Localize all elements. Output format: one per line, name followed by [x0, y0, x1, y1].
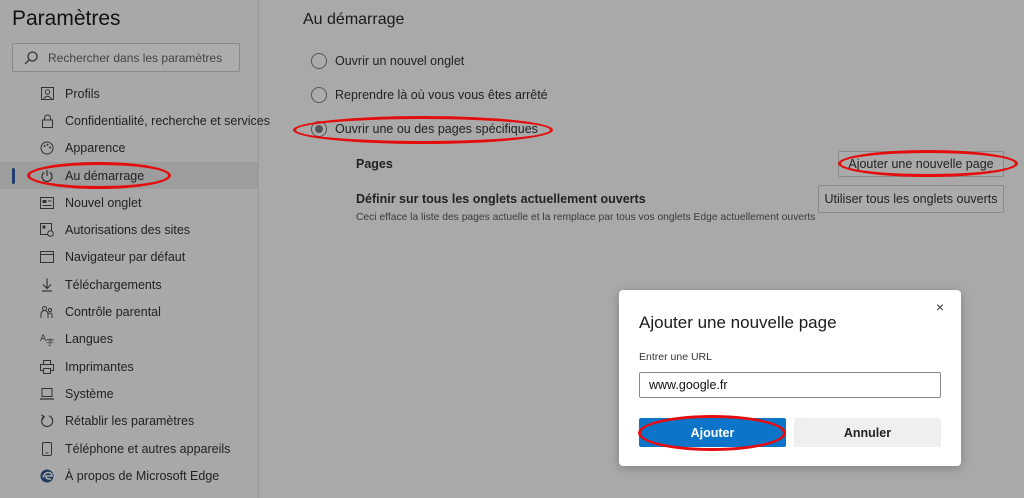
site-permissions-icon: [40, 223, 54, 237]
add-button[interactable]: Ajouter: [639, 418, 786, 447]
option-label: Ouvrir une ou des pages spécifiques: [335, 122, 538, 136]
new-tab-icon: [40, 196, 54, 210]
sidebar-item-systeme[interactable]: Système: [0, 380, 259, 407]
dialog-title: Ajouter une nouvelle page: [639, 313, 837, 332]
settings-sidebar: Paramètres Rechercher dans les paramètre…: [0, 0, 270, 498]
option-new-tab[interactable]: Ouvrir un nouvel onglet: [311, 53, 464, 69]
browser-icon: [40, 250, 54, 264]
download-icon: [40, 278, 54, 292]
search-icon: [24, 51, 38, 65]
option-label: Reprendre là où vous vous êtes arrêté: [335, 88, 548, 102]
sidebar-item-navigateur-defaut[interactable]: Navigateur par défaut: [0, 244, 259, 271]
sidebar-item-label: À propos de Microsoft Edge: [65, 468, 220, 483]
sidebar-item-label: Navigateur par défaut: [65, 250, 186, 265]
sidebar-item-telephone[interactable]: Téléphone et autres appareils: [0, 435, 259, 462]
sidebar-item-label: Contrôle parental: [65, 305, 161, 320]
url-label: Entrer une URL: [639, 351, 712, 363]
sidebar-item-label: Autorisations des sites: [65, 223, 191, 238]
add-page-button[interactable]: Ajouter une nouvelle page: [838, 151, 1004, 177]
define-open-tabs-label: Définir sur tous les onglets actuellemen…: [356, 192, 646, 206]
use-all-tabs-button[interactable]: Utiliser tous les onglets ouverts: [818, 185, 1004, 213]
sidebar-item-label: Téléchargements: [65, 277, 162, 292]
computer-icon: [40, 387, 54, 401]
svg-text:字: 字: [46, 337, 54, 346]
sidebar-item-label: Rétablir les paramètres: [65, 414, 195, 429]
search-placeholder: Rechercher dans les paramètres: [48, 51, 223, 65]
url-input[interactable]: [639, 372, 941, 398]
sidebar-item-a-propos[interactable]: À propos de Microsoft Edge: [0, 462, 259, 489]
sidebar-item-telechargements[interactable]: Téléchargements: [0, 271, 259, 298]
sidebar-item-autorisations[interactable]: Autorisations des sites: [0, 216, 259, 243]
search-box[interactable]: Rechercher dans les paramètres: [12, 43, 240, 72]
sidebar-item-label: Langues: [65, 332, 113, 347]
pages-label: Pages: [356, 157, 393, 171]
close-icon[interactable]: ×: [932, 299, 948, 315]
language-icon: A字: [40, 332, 54, 346]
edge-icon: [40, 469, 54, 483]
family-icon: [40, 305, 54, 319]
cancel-button[interactable]: Annuler: [794, 418, 941, 447]
option-resume[interactable]: Reprendre là où vous vous êtes arrêté: [311, 87, 548, 103]
radio-button-checked[interactable]: [311, 121, 327, 137]
profile-icon: [40, 87, 54, 101]
printer-icon: [40, 359, 54, 374]
sidebar-item-label: Nouvel onglet: [65, 195, 142, 210]
sidebar-item-apparence[interactable]: Apparence: [0, 135, 259, 162]
sidebar-item-label: Confidentialité, recherche et services: [65, 113, 270, 128]
add-page-dialog: Ajouter une nouvelle page × Entrer une U…: [619, 290, 961, 466]
sidebar-item-label: Téléphone et autres appareils: [65, 441, 231, 456]
palette-icon: [40, 141, 54, 155]
power-icon: [40, 169, 54, 183]
sidebar-item-confidentialite[interactable]: Confidentialité, recherche et services: [0, 107, 270, 134]
sidebar-item-au-demarrage[interactable]: Au démarrage: [0, 161, 259, 190]
reset-icon: [40, 414, 54, 428]
sidebar-item-label: Au démarrage: [65, 168, 145, 183]
radio-button[interactable]: [311, 53, 327, 69]
sidebar-item-label: Apparence: [65, 141, 126, 156]
define-open-tabs-description: Ceci efface la liste des pages actuelle …: [356, 212, 816, 223]
sidebar-item-nouvel-onglet[interactable]: Nouvel onglet: [0, 189, 259, 216]
option-label: Ouvrir un nouvel onglet: [335, 54, 465, 68]
sidebar-item-langues[interactable]: A字 Langues: [0, 326, 259, 353]
phone-icon: [40, 441, 54, 456]
sidebar-item-retablir[interactable]: Rétablir les paramètres: [0, 408, 259, 435]
sidebar-item-label: Imprimantes: [65, 359, 134, 374]
sidebar-item-profils[interactable]: Profils: [0, 80, 259, 107]
sidebar-item-imprimantes[interactable]: Imprimantes: [0, 353, 259, 380]
sidebar-nav: Profils Confidentialité, recherche et se…: [0, 80, 270, 489]
sidebar-item-label: Système: [65, 386, 114, 401]
section-title: Au démarrage: [303, 11, 405, 28]
radio-button[interactable]: [311, 87, 327, 103]
sidebar-item-controle-parental[interactable]: Contrôle parental: [0, 298, 259, 325]
option-specific-pages[interactable]: Ouvrir une ou des pages spécifiques: [311, 121, 538, 137]
lock-icon: [40, 114, 54, 128]
sidebar-title: Paramètres: [12, 7, 121, 30]
sidebar-item-label: Profils: [65, 86, 100, 101]
